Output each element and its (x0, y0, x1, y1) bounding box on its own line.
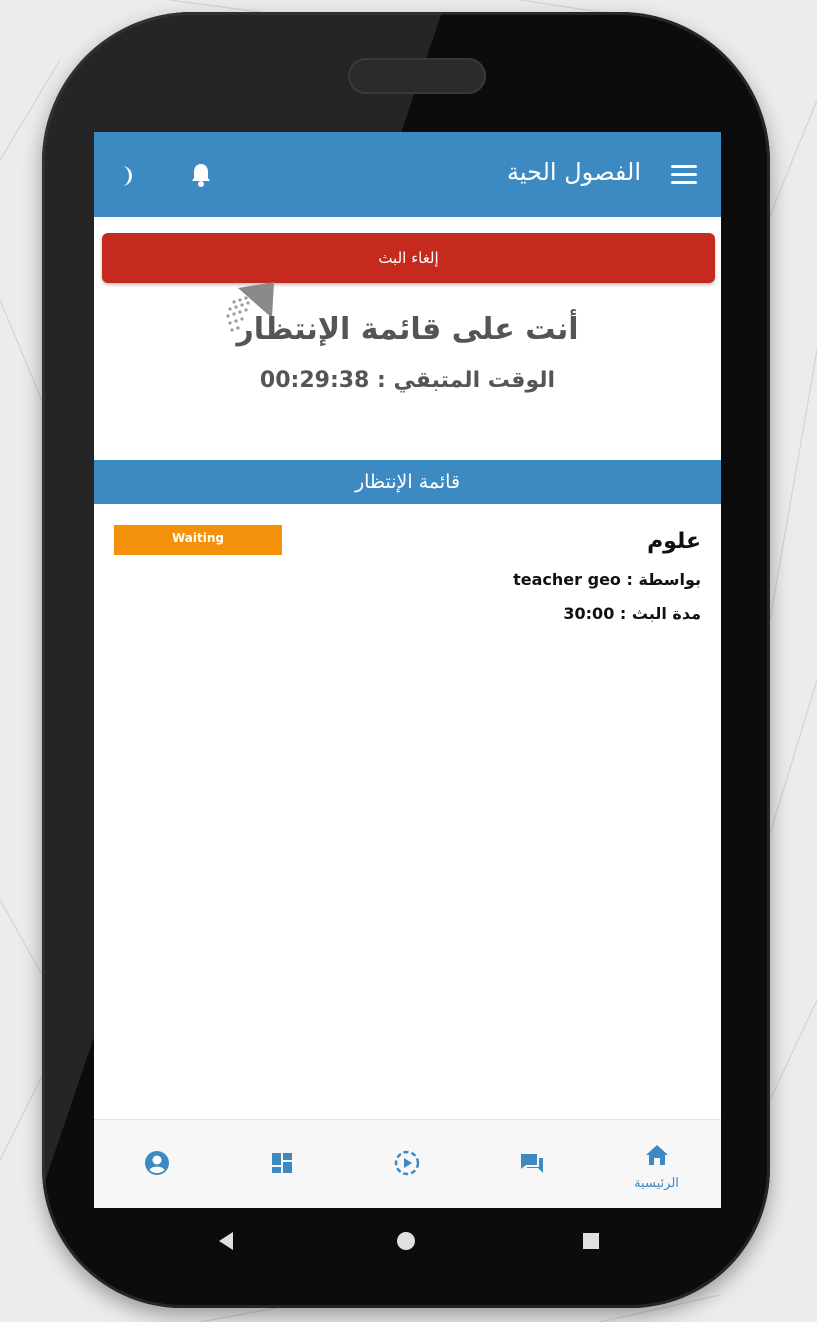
subject-title: علوم (647, 529, 701, 554)
nav-home-label: الرئيسية (634, 1176, 679, 1191)
duration-label: مدة البث : (619, 604, 701, 623)
waiting-heading: أنت على قائمة الإنتظار (236, 312, 579, 347)
moon-icon[interactable] (118, 164, 140, 188)
profile-icon (144, 1151, 169, 1175)
back-icon[interactable] (215, 1230, 237, 1252)
bottom-nav: الرئيسية (94, 1119, 721, 1208)
nav-profile[interactable] (94, 1120, 219, 1208)
nav-dashboard[interactable] (219, 1120, 344, 1208)
remaining-time-label: الوقت المتبقي : (377, 368, 556, 393)
bell-icon[interactable] (190, 162, 212, 188)
status-badge: Waiting (114, 525, 282, 555)
menu-icon[interactable] (671, 165, 697, 185)
remaining-time-value: 00:29:38 (259, 368, 370, 393)
remaining-time: 00:29:38 الوقت المتبقي : (94, 368, 721, 393)
teacher-label: بواسطة : (626, 570, 701, 589)
queue-section-header: قائمة الإنتظار (94, 460, 721, 504)
phone-speaker (348, 58, 486, 94)
dashboard-icon (271, 1153, 292, 1173)
recents-icon[interactable] (580, 1230, 602, 1252)
cancel-broadcast-button[interactable]: إلغاء البث (102, 233, 715, 283)
app-screen: الفصول الحية إلغاء البث أنت على قائمة ال… (94, 132, 721, 1208)
duration-line: مدة البث : 30:00 (563, 604, 701, 623)
duration-value: 30:00 (563, 604, 615, 623)
system-nav-bar (42, 1208, 770, 1272)
phone-frame: الفصول الحية إلغاء البث أنت على قائمة ال… (42, 12, 770, 1308)
video-play-icon (394, 1150, 419, 1176)
page-title: الفصول الحية (507, 158, 641, 186)
home-icon (645, 1145, 668, 1165)
nav-home[interactable]: الرئيسية (594, 1120, 719, 1208)
app-header: الفصول الحية (94, 132, 721, 217)
teacher-name: teacher geo (513, 570, 621, 589)
teacher-line: بواسطة : teacher geo (513, 570, 701, 589)
chat-icon (520, 1154, 543, 1173)
nav-live[interactable] (344, 1120, 469, 1208)
home-circle-icon[interactable] (395, 1230, 417, 1252)
nav-chat[interactable] (469, 1120, 594, 1208)
